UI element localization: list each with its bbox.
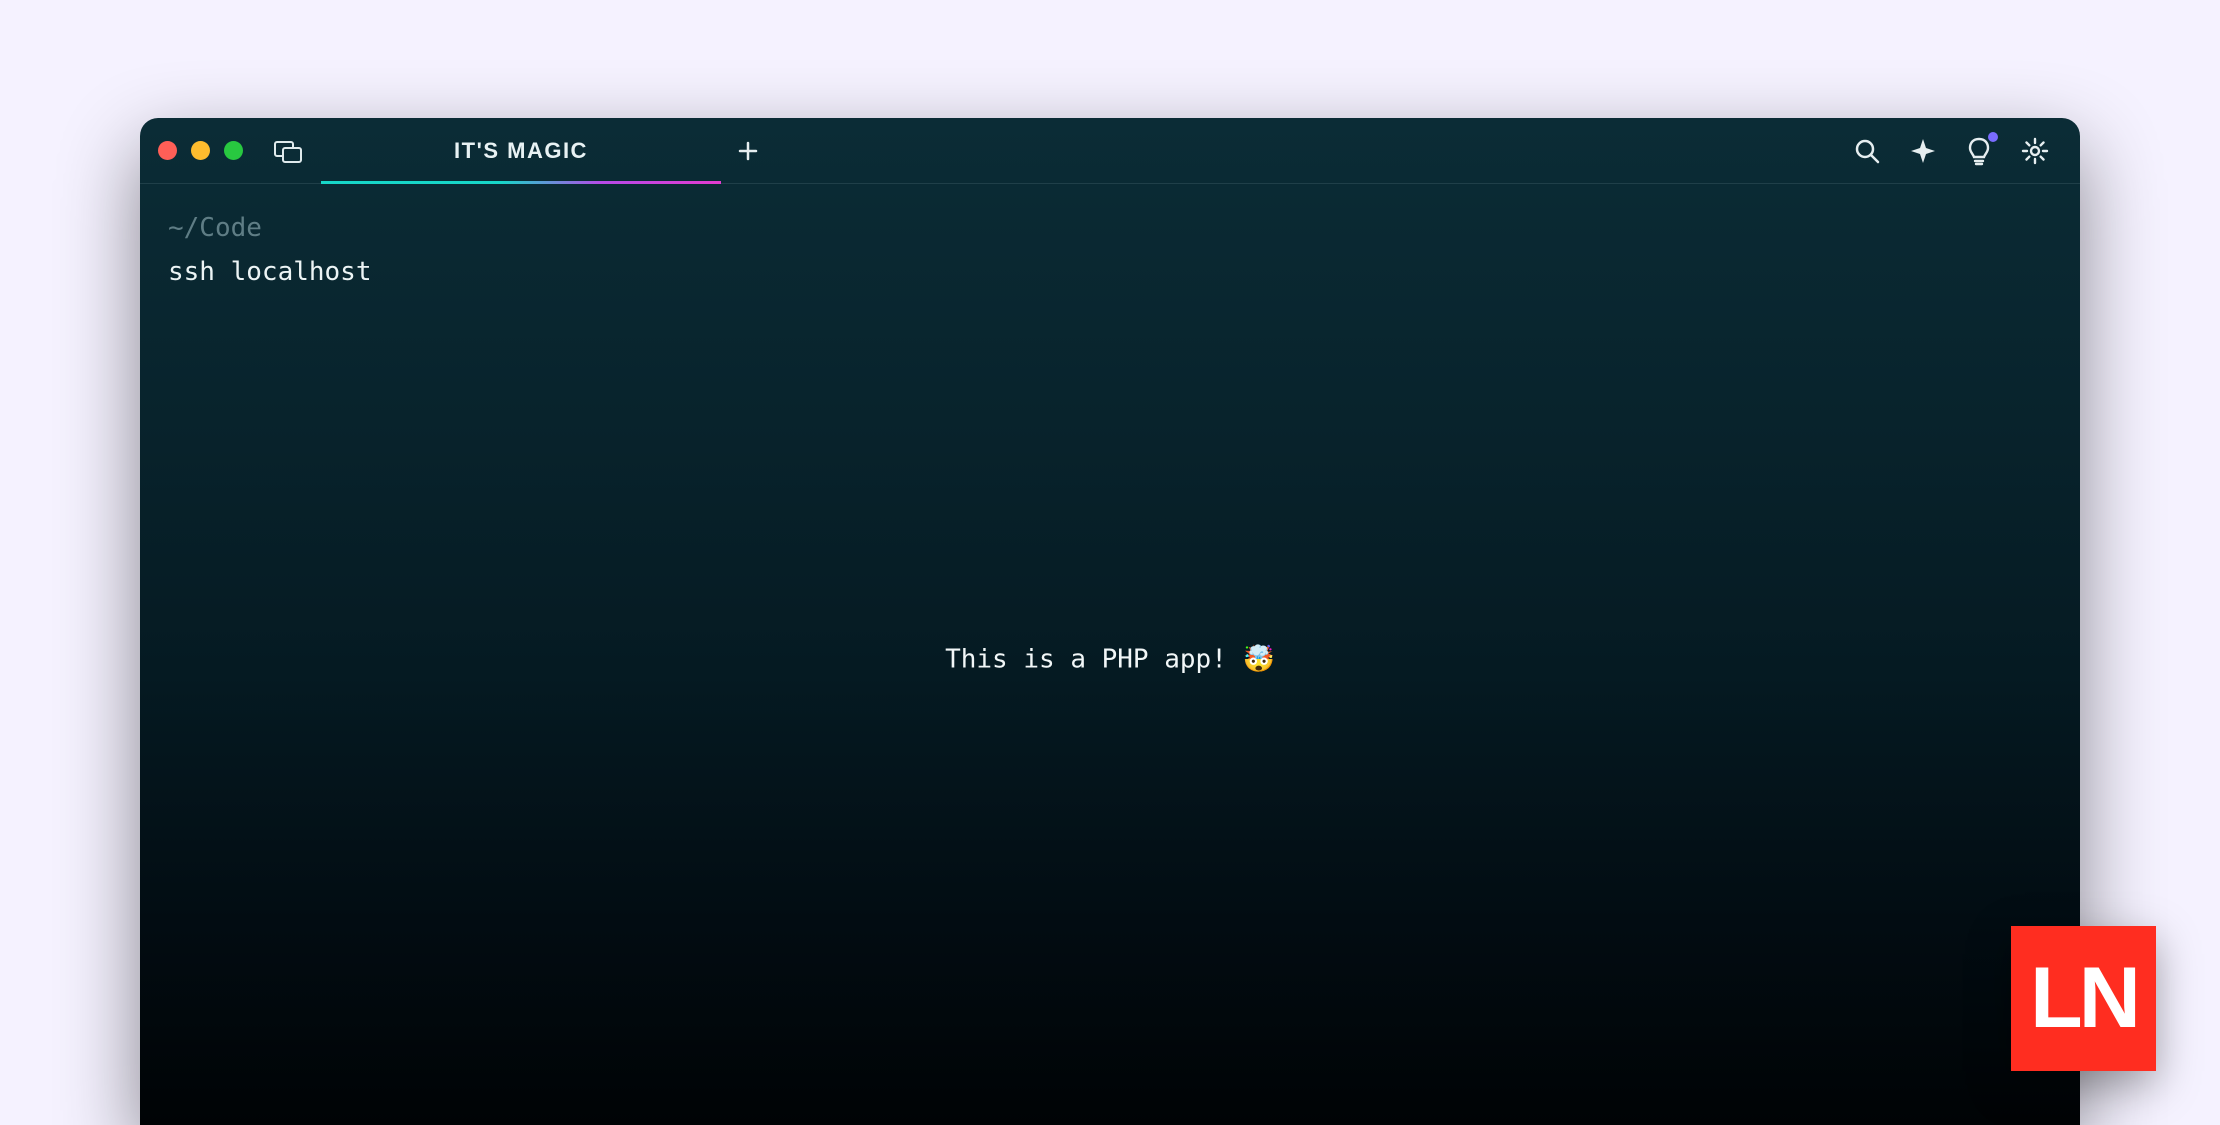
search-button[interactable] bbox=[1850, 134, 1884, 168]
window-zoom-button[interactable] bbox=[224, 141, 243, 160]
ai-sparkle-button[interactable] bbox=[1906, 134, 1940, 168]
settings-button[interactable] bbox=[2018, 134, 2052, 168]
gear-icon bbox=[2021, 137, 2049, 165]
prompt-path: ~/Code bbox=[168, 206, 2052, 250]
logo-text: LN bbox=[2030, 949, 2137, 1048]
center-message: This is a PHP app! 🤯 bbox=[140, 637, 2080, 681]
hints-button[interactable] bbox=[1962, 134, 1996, 168]
window-minimize-button[interactable] bbox=[191, 141, 210, 160]
terminal-body[interactable]: ~/Code ssh localhost This is a PHP app! … bbox=[140, 184, 2080, 1125]
new-tab-button[interactable] bbox=[721, 118, 775, 183]
tab-bar: IT'S MAGIC bbox=[321, 118, 775, 183]
toolbar-right bbox=[1850, 134, 2062, 168]
titlebar: IT'S MAGIC bbox=[140, 118, 2080, 184]
tab-its-magic[interactable]: IT'S MAGIC bbox=[321, 118, 721, 183]
panels-icon bbox=[274, 139, 302, 163]
traffic-lights bbox=[158, 141, 243, 160]
search-icon bbox=[1853, 137, 1881, 165]
sparkle-icon bbox=[1909, 137, 1937, 165]
window-close-button[interactable] bbox=[158, 141, 177, 160]
terminal-window: IT'S MAGIC bbox=[140, 118, 2080, 1125]
notification-badge bbox=[1988, 132, 1998, 142]
command-line: ssh localhost bbox=[168, 250, 2052, 294]
tab-title: IT'S MAGIC bbox=[454, 138, 588, 164]
logo-badge: LN bbox=[2011, 926, 2156, 1071]
plus-icon bbox=[737, 140, 759, 162]
panels-button[interactable] bbox=[269, 132, 307, 170]
